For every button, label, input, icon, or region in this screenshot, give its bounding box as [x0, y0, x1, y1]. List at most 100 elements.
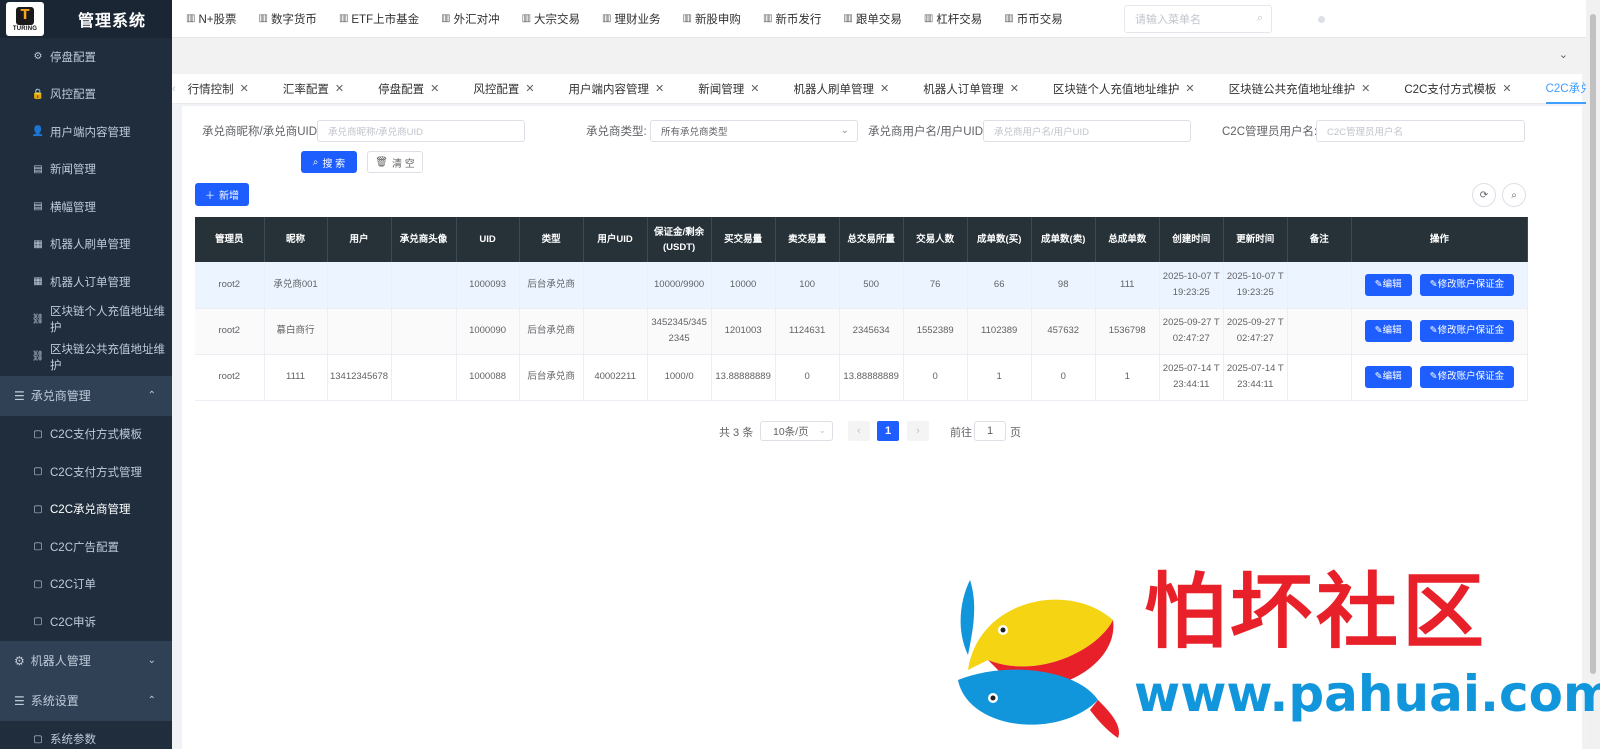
column-header: 卖交易量 — [775, 217, 840, 262]
sidebar-item[interactable]: ▤ 新闻管理 — [0, 150, 172, 188]
table-cell: 慕白商行 — [264, 308, 328, 355]
topnav-item[interactable]: ▥ 数字货币 — [258, 11, 316, 27]
sidebar-item[interactable]: ⛓ 区块链个人充值地址维护 — [0, 300, 172, 338]
topnav-item[interactable]: ▥ 杠杆交易 — [924, 11, 982, 27]
reset-button[interactable]: 🗑 清 空 — [367, 151, 423, 173]
close-icon[interactable]: ✕ — [525, 82, 534, 95]
table-cell: 10000/9900 — [647, 262, 712, 309]
edit-button-label: 编辑 — [1382, 371, 1402, 382]
menu-group-settings[interactable]: ☰ 系统设置 ⌃ — [0, 680, 172, 721]
scrollbar-thumb[interactable] — [1590, 14, 1596, 674]
modify-deposit-button[interactable]: ✎ 修改账户保证金 — [1419, 273, 1515, 296]
sidebar-item[interactable]: ▦ 机器人刷单管理 — [0, 225, 172, 263]
tab-item[interactable]: 区块链公共充值地址维护 ✕ — [1229, 74, 1371, 104]
tab-item[interactable]: 汇率配置 ✕ — [283, 74, 344, 104]
table-cell-actions: ✎ 编辑 ✎ 修改账户保证金 — [1351, 354, 1529, 401]
topnav-item[interactable]: ▥ ETF上市基金 — [339, 11, 419, 27]
avatar[interactable] — [1318, 16, 1325, 23]
page-size-select[interactable]: 10条/页 ⌄ — [760, 421, 833, 441]
menu-group-robot[interactable]: ⚙ 机器人管理 ⌄ — [0, 640, 172, 681]
tab-item[interactable]: 区块链个人充值地址维护 ✕ — [1053, 74, 1195, 104]
watermark-title: 怕坏社区 — [1144, 564, 1489, 660]
table-cell — [391, 354, 457, 401]
sidebar-item[interactable]: ▢ C2C支付方式管理 — [0, 453, 172, 491]
edit-button[interactable]: ✎ 编辑 — [1364, 273, 1412, 296]
sidebar-item-label: C2C广告配置 — [50, 541, 120, 554]
close-icon[interactable]: ✕ — [1185, 82, 1194, 95]
chevron-down-icon[interactable]: ⌄ — [1559, 48, 1568, 61]
admin-input[interactable]: C2C管理员用户名 — [1316, 120, 1525, 142]
sidebar-item[interactable]: ▢ C2C订单 — [0, 565, 172, 603]
close-icon[interactable]: ✕ — [1361, 82, 1370, 95]
type-select[interactable]: 所有承兑商类型 ⌄ — [650, 120, 858, 142]
topnav-item[interactable]: ▥ 外汇对冲 — [441, 11, 499, 27]
sidebar-item[interactable]: ⚙ 停盘配置 — [0, 38, 172, 76]
sidebar-item[interactable]: ▢ C2C广告配置 — [0, 528, 172, 566]
close-icon[interactable]: ✕ — [240, 82, 249, 95]
sidebar-item[interactable]: ▢ C2C承兑商管理 — [0, 490, 172, 528]
logo[interactable]: T TURING — [6, 2, 44, 36]
close-icon[interactable]: ✕ — [335, 82, 344, 95]
topnav-item[interactable]: ▥ 新币发行 — [763, 11, 821, 27]
tab-item[interactable]: 停盘配置 ✕ — [378, 74, 439, 104]
add-button[interactable]: ＋ 新增 — [195, 183, 249, 206]
topnav-item[interactable]: ▥ N+股票 — [186, 11, 236, 27]
tab-item[interactable]: 行情控制 ✕ — [188, 74, 249, 104]
sidebar-item[interactable]: ▢ C2C支付方式模板 — [0, 415, 172, 453]
tab-item[interactable]: 用户端内容管理 ✕ — [569, 74, 665, 104]
modify-deposit-button[interactable]: ✎ 修改账户保证金 — [1419, 366, 1515, 388]
tab-item[interactable]: C2C支付方式模板 ✕ — [1404, 74, 1511, 104]
search-icon: ⌕ — [1256, 12, 1263, 24]
table-cell: root2 — [195, 354, 265, 401]
banner-icon: ▤ — [33, 201, 43, 213]
nickname-input[interactable]: 承兑商昵称/承兑商UID — [317, 120, 525, 142]
sidebar-item[interactable]: 🔒 风控配置 — [0, 75, 172, 113]
tab-item[interactable]: 风控配置 ✕ — [473, 74, 534, 104]
close-icon[interactable]: ✕ — [880, 82, 889, 95]
close-icon[interactable]: ✕ — [750, 82, 759, 95]
close-icon[interactable]: ✕ — [1010, 82, 1019, 95]
close-icon[interactable]: ✕ — [430, 82, 439, 95]
topnav-item[interactable]: ▥ 理财业务 — [602, 11, 660, 27]
topnav-item-label: N+股票 — [198, 13, 237, 26]
topnav-item[interactable]: ▥ 大宗交易 — [522, 11, 580, 27]
goto-page-input[interactable]: 1 — [974, 421, 1006, 441]
refresh-button[interactable]: ⟳ — [1472, 183, 1496, 207]
tab-item[interactable]: 机器人订单管理 ✕ — [923, 74, 1019, 104]
doc-icon: ▢ — [33, 541, 43, 553]
menu-group-acceptor[interactable]: ☰ 承兑商管理 ⌃ — [0, 375, 172, 416]
column-header: 用户UID — [583, 217, 648, 262]
tab-item[interactable]: 机器人刷单管理 ✕ — [793, 74, 889, 104]
menu-group-label: 机器人管理 — [30, 654, 91, 668]
tab-item[interactable]: 新闻管理 ✕ — [698, 74, 759, 104]
sidebar-item[interactable]: 👤 用户端内容管理 — [0, 113, 172, 151]
chain-icon: ⛓ — [31, 313, 45, 325]
tab-label: 风控配置 — [473, 83, 520, 96]
topnav-item[interactable]: ▥ 新股申购 — [682, 11, 740, 27]
close-icon[interactable]: ✕ — [655, 82, 664, 95]
modify-deposit-label: 修改账户保证金 — [1437, 325, 1505, 336]
search-button[interactable]: ⌕ 搜 索 — [301, 151, 357, 173]
username-input[interactable]: 承兑商用户名/用户UID — [983, 120, 1191, 142]
sidebar-item[interactable]: ▢ 系统参数 — [0, 720, 172, 749]
table-cell: 100 — [775, 262, 840, 309]
sidebar-item[interactable]: ▤ 横幅管理 — [0, 188, 172, 226]
close-icon[interactable]: ✕ — [1502, 82, 1511, 95]
sidebar-item[interactable]: ⛓ 区块链公共充值地址维护 — [0, 338, 172, 376]
chevron-up-icon: ⌃ — [147, 695, 156, 706]
edit-button[interactable]: ✎ 编辑 — [1364, 320, 1412, 342]
edit-icon: ✎ — [1429, 371, 1438, 382]
edit-button[interactable]: ✎ 编辑 — [1364, 366, 1412, 388]
sidebar-item[interactable]: ▦ 机器人订单管理 — [0, 263, 172, 301]
vertical-scrollbar[interactable] — [1586, 0, 1600, 749]
topnav-item[interactable]: ▥ 跟单交易 — [843, 11, 901, 27]
prev-page-button[interactable]: ‹ — [848, 421, 870, 441]
tab-label: C2C支付方式模板 — [1404, 83, 1497, 96]
menu-search-input[interactable]: 请输入菜单名 ⌕ — [1124, 5, 1272, 33]
modify-deposit-button[interactable]: ✎ 修改账户保证金 — [1419, 320, 1515, 342]
sidebar-item[interactable]: ▢ C2C申诉 — [0, 603, 172, 641]
search-toggle-button[interactable]: ⌕ — [1502, 183, 1526, 207]
page-number-current[interactable]: 1 — [877, 421, 899, 441]
next-page-button[interactable]: › — [907, 421, 929, 441]
topnav-item[interactable]: ▥ 币币交易 — [1004, 11, 1062, 27]
